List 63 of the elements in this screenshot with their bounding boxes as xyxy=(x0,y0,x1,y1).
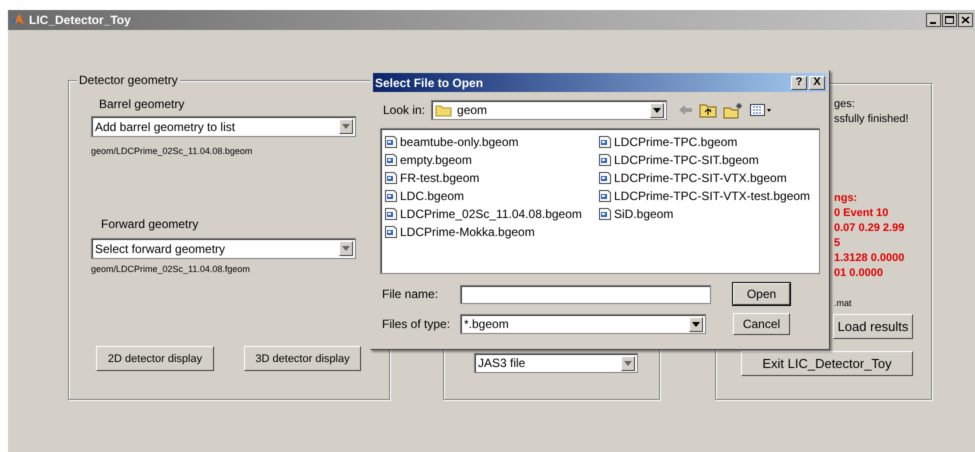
file-icon xyxy=(384,153,398,167)
barrel-label: Barrel geometry xyxy=(99,97,184,111)
forward-label: Forward geometry xyxy=(101,217,198,231)
file-name-field[interactable] xyxy=(460,284,711,304)
message-text: 01 0.0000 xyxy=(834,267,883,279)
file-item[interactable]: LDCPrime-TPC.bgeom xyxy=(598,133,812,151)
up-folder-icon[interactable] xyxy=(699,102,718,118)
help-button[interactable]: ? xyxy=(791,76,807,90)
load-results-button[interactable]: Load results xyxy=(833,314,913,339)
file-icon xyxy=(384,171,398,185)
file-item[interactable]: empty.bgeom xyxy=(384,151,598,169)
display-button[interactable]: 3D detector display xyxy=(244,346,361,371)
exit-button[interactable]: Exit LIC_Detector_Toy xyxy=(741,351,913,376)
file-type-label: Files of type: xyxy=(382,317,452,331)
file-item[interactable]: LDCPrime-TPC-SIT-VTX.bgeom xyxy=(598,169,812,187)
minimize-icon[interactable] xyxy=(926,13,941,27)
file-text: .mat xyxy=(834,298,852,308)
barrel-dropdown[interactable]: Add barrel geometry to list xyxy=(91,116,356,137)
file-item[interactable]: SiD.bgeom xyxy=(598,205,812,223)
look-in-dropdown[interactable]: geom xyxy=(431,100,668,120)
window-title: LIC_Detector_Toy xyxy=(29,13,131,27)
message-text: ssfully finished! xyxy=(834,113,909,125)
file-item[interactable]: LDC.bgeom xyxy=(384,187,598,205)
path-text: geom/LDCPrime_02Sc_11.04.08.fgeom xyxy=(91,264,250,274)
file-name-label: File name: xyxy=(382,287,440,301)
message-text: 5 xyxy=(834,237,840,249)
close-icon[interactable] xyxy=(958,13,973,27)
message-text: ngs: xyxy=(834,192,858,204)
file-item[interactable]: FR-test.bgeom xyxy=(384,169,598,187)
path-text: geom/LDCPrime_02Sc_11.04.08.bgeom xyxy=(91,146,252,156)
file-icon xyxy=(384,135,398,149)
file-icon xyxy=(384,207,398,221)
file-icon xyxy=(598,207,612,221)
file-item[interactable]: beamtube-only.bgeom xyxy=(384,133,598,151)
file-icon xyxy=(598,135,612,149)
file-item[interactable]: LDCPrime-Mokka.bgeom xyxy=(384,223,598,241)
dialog-title: Select File to Open xyxy=(375,76,484,90)
view-menu-icon[interactable] xyxy=(749,103,774,117)
message-text: 0 Event 10 xyxy=(834,207,888,219)
message-text: 1.3128 0.0000 xyxy=(834,252,904,264)
file-icon xyxy=(598,189,612,203)
format-dropdown[interactable]: JAS3 file xyxy=(474,353,638,373)
file-item[interactable]: LDCPrime_02Sc_11.04.08.bgeom xyxy=(384,205,598,223)
file-icon xyxy=(384,225,398,239)
cancel-button[interactable]: Cancel xyxy=(733,313,790,335)
forward-dropdown[interactable]: Select forward geometry xyxy=(91,238,356,259)
file-icon xyxy=(598,153,612,167)
file-item[interactable]: LDCPrime-TPC-SIT.bgeom xyxy=(598,151,812,169)
look-in-label: Look in: xyxy=(383,103,426,117)
new-folder-icon[interactable] xyxy=(723,102,744,118)
message-text: 0.07 0.29 2.99 xyxy=(834,222,904,234)
panel-title: Detector geometry xyxy=(77,73,180,87)
file-type-dropdown[interactable]: *.bgeom xyxy=(460,314,706,334)
file-icon xyxy=(598,171,612,185)
open-button[interactable]: Open xyxy=(733,283,790,305)
message-text: ges: xyxy=(834,98,855,110)
app-icon xyxy=(10,13,26,27)
maximize-icon[interactable] xyxy=(942,13,957,27)
folder-icon xyxy=(435,103,454,117)
file-icon xyxy=(384,189,398,203)
close-button[interactable]: X xyxy=(809,76,825,90)
file-item[interactable]: LDCPrime-TPC-SIT-VTX-test.bgeom xyxy=(598,187,812,205)
display-button[interactable]: 2D detector display xyxy=(96,346,214,371)
